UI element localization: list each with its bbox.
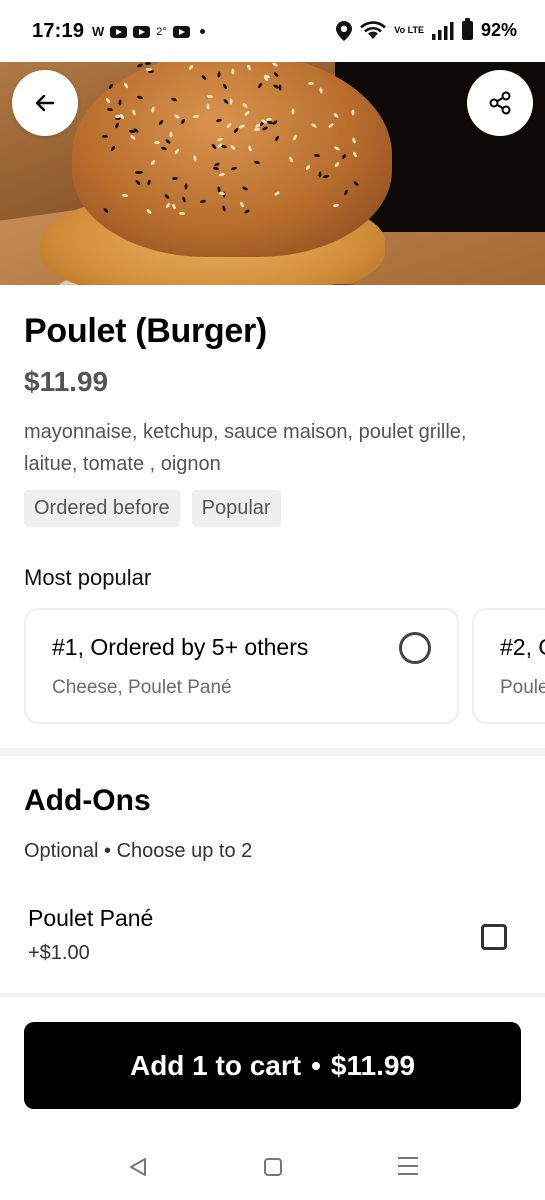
nav-back-icon[interactable] bbox=[128, 1157, 148, 1177]
add-to-cart-total: $11.99 bbox=[330, 1049, 416, 1081]
nav-home-icon[interactable] bbox=[264, 1158, 282, 1176]
dot-icon bbox=[199, 29, 205, 34]
item-title: Poulet (Burger) bbox=[24, 312, 267, 350]
tag-ordered-before: Ordered before bbox=[24, 490, 180, 527]
addon-option-price: +$1.00 bbox=[28, 942, 90, 964]
popular-card-2[interactable]: #2, Ordered by 5+ others Poulet Pané bbox=[472, 608, 545, 724]
item-image bbox=[0, 62, 545, 285]
back-button[interactable] bbox=[12, 70, 78, 136]
add-to-cart-label: Add 1 to cart bbox=[129, 1049, 302, 1081]
youtube-icon bbox=[172, 25, 190, 38]
addons-subtitle: Optional • Choose up to 2 bbox=[24, 840, 253, 862]
w-icon: W bbox=[92, 24, 105, 39]
popular-card-title: #2, Ordered by 5+ others bbox=[500, 634, 545, 660]
location-icon bbox=[336, 20, 353, 41]
addon-checkbox[interactable] bbox=[481, 924, 507, 950]
status-time: 17:19 bbox=[32, 20, 85, 42]
wifi-icon bbox=[360, 20, 387, 39]
add-to-cart-separator: • bbox=[311, 1049, 321, 1081]
popular-card-1[interactable]: #1, Ordered by 5+ others Cheese, Poulet … bbox=[24, 608, 459, 724]
system-icons: Vo LTE 92% bbox=[336, 18, 517, 41]
item-description: mayonnaise, ketchup, sauce maison, poule… bbox=[24, 421, 467, 475]
radio-button[interactable] bbox=[399, 632, 431, 664]
battery-icon bbox=[461, 18, 473, 40]
popular-card-title: #1, Ordered by 5+ others bbox=[52, 634, 309, 660]
temperature-icon: 2° bbox=[156, 25, 167, 38]
item-tags: Ordered before Popular bbox=[24, 490, 281, 527]
youtube-icon bbox=[110, 25, 128, 38]
add-to-cart-button[interactable]: Add 1 to cart • $11.99 bbox=[24, 1022, 521, 1109]
arrow-left-icon bbox=[35, 94, 55, 112]
popular-card-subtitle: Cheese, Poulet Pané bbox=[52, 677, 232, 698]
notification-icons: W 2° bbox=[92, 24, 205, 39]
volte-icon: Vo LTE bbox=[394, 25, 424, 35]
most-popular-carousel[interactable]: #1, Ordered by 5+ others Cheese, Poulet … bbox=[24, 608, 545, 726]
addons-heading: Add-Ons bbox=[24, 784, 151, 817]
section-divider bbox=[0, 993, 545, 997]
section-divider bbox=[0, 748, 545, 756]
most-popular-heading: Most popular bbox=[24, 565, 152, 590]
signal-icon bbox=[431, 21, 454, 40]
addon-option-name: Poulet Pané bbox=[28, 905, 154, 931]
youtube-icon bbox=[133, 25, 151, 38]
share-icon bbox=[489, 91, 511, 115]
item-price: $11.99 bbox=[24, 366, 109, 397]
tag-popular: Popular bbox=[191, 490, 281, 527]
nav-recents-icon[interactable] bbox=[398, 1157, 418, 1181]
status-bar: 17:19 W 2° Vo LTE 92% bbox=[0, 0, 545, 62]
addon-option-poulet-pane[interactable]: Poulet Pané +$1.00 bbox=[0, 890, 545, 990]
battery-level: 92% bbox=[480, 20, 517, 40]
popular-card-subtitle: Poulet Pané bbox=[500, 677, 545, 698]
share-button[interactable] bbox=[467, 70, 533, 136]
system-nav-bar bbox=[0, 1135, 545, 1200]
